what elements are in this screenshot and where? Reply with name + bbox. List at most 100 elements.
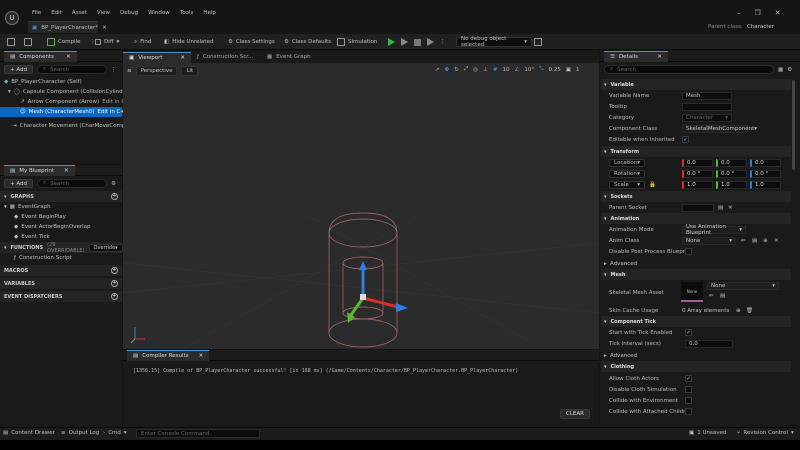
step-icon[interactable]: [401, 38, 408, 46]
folder-icon[interactable]: ▤: [718, 205, 723, 211]
add-graph-icon[interactable]: +: [111, 193, 118, 200]
graphs-section[interactable]: ▾ GRAPHS +: [0, 191, 122, 202]
menu-edit[interactable]: Edit: [46, 10, 67, 16]
close-icon[interactable]: ✕: [64, 168, 69, 174]
location-y[interactable]: 0.0: [716, 158, 747, 167]
graph-item-eventgraph[interactable]: ▾ ▦ EventGraph: [0, 202, 122, 212]
macros-section[interactable]: MACROS +: [0, 265, 122, 276]
close-icon[interactable]: ✕: [102, 25, 107, 31]
rotation-z[interactable]: 0.0 °: [750, 169, 781, 178]
collide-env-checkbox[interactable]: [685, 397, 692, 404]
rot-snap-value[interactable]: 10°: [524, 67, 534, 73]
simulation-button[interactable]: Simulation: [337, 37, 377, 47]
stop-icon[interactable]: [414, 38, 421, 46]
add-icon[interactable]: ⊕: [763, 238, 768, 244]
category-dropdown[interactable]: Character ▾: [682, 113, 732, 122]
animation-mode-dropdown[interactable]: Use Animation Blueprint ▾: [682, 224, 746, 236]
grid-snap-value[interactable]: 10: [502, 67, 509, 73]
parent-class-value[interactable]: Character: [747, 24, 774, 30]
menu-asset[interactable]: Asset: [67, 10, 92, 16]
anim-class-dropdown[interactable]: None ▾: [682, 236, 736, 245]
details-search-input[interactable]: ⌕ Search: [604, 65, 774, 74]
revision-control-button[interactable]: ⑂ Revision Control ▾: [737, 430, 794, 436]
location-dropdown[interactable]: Location ▾: [609, 158, 645, 167]
gear-icon[interactable]: ⚙: [787, 67, 792, 73]
save-button[interactable]: [7, 37, 15, 47]
component-class-dropdown[interactable]: SkeletalMeshComponent ▾: [682, 124, 757, 133]
details-scrollbar[interactable]: [792, 80, 795, 170]
tick-category[interactable]: ▾ Component Tick: [601, 316, 791, 327]
add-dispatcher-icon[interactable]: +: [111, 293, 118, 300]
variable-category[interactable]: ▾ Variable: [601, 79, 791, 90]
tooltip-field[interactable]: [682, 102, 732, 111]
tab-viewport[interactable]: ▣ Viewport ✕: [123, 51, 191, 63]
tree-item-arrow[interactable]: ↗ Arrow Component (Arrow) Edit in C++: [0, 97, 134, 107]
gizmo-x-axis[interactable]: [362, 296, 399, 309]
animation-advanced[interactable]: ▸ Advanced: [601, 258, 787, 269]
rotate-icon[interactable]: ↻: [454, 67, 459, 73]
tree-item-self[interactable]: ◆ BP_PlayerCharacter (Self): [0, 77, 122, 87]
tab-event-graph[interactable]: ▦ Event Graph: [263, 54, 331, 60]
tab-components[interactable]: ▤ Components ✕: [4, 50, 77, 62]
console-command-input[interactable]: Enter Console Command: [136, 429, 260, 438]
rotation-x[interactable]: 0.0 °: [682, 169, 713, 178]
disable-cloth-checkbox[interactable]: [685, 386, 692, 393]
play-icon[interactable]: [388, 38, 395, 46]
my-blueprint-search-input[interactable]: ⌕ Search: [37, 179, 108, 188]
unreal-logo-icon[interactable]: U: [5, 11, 19, 25]
scale-snap-value[interactable]: 0.25: [549, 67, 561, 73]
debug-filter-button[interactable]: [534, 37, 542, 47]
folder-icon[interactable]: ▤: [752, 238, 757, 244]
find-button[interactable]: ⌕ Find: [134, 37, 151, 47]
cmd-dropdown[interactable]: › Cmd ▾: [103, 430, 127, 436]
skeletal-mesh-dropdown[interactable]: None ▾: [707, 282, 779, 290]
clear-icon[interactable]: ✕: [774, 238, 779, 244]
menu-tools[interactable]: Tools: [175, 10, 199, 16]
sockets-category[interactable]: ▾ Sockets: [601, 191, 791, 202]
rotation-y[interactable]: 0.0 °: [716, 169, 747, 178]
gizmo-y-axis[interactable]: [349, 297, 365, 316]
menu-window[interactable]: Window: [143, 10, 175, 16]
hide-unrelated-button[interactable]: ◧ Hide Unrelated: [164, 37, 213, 47]
close-icon[interactable]: ✕: [66, 54, 71, 60]
lock-icon[interactable]: 🔒: [649, 182, 656, 188]
parent-socket-field[interactable]: [682, 203, 714, 212]
add-variable-icon[interactable]: +: [111, 280, 118, 287]
event-item-overlap[interactable]: ◆ Event ActorBeginOverlap: [0, 222, 122, 232]
scale-dropdown[interactable]: Scale ▾: [609, 180, 645, 189]
functions-section[interactable]: ▾FUNCTIONS(29 OVERRIDABLE)Override▾+: [0, 242, 135, 254]
clear-icon[interactable]: ✕: [728, 205, 733, 211]
filter-icon[interactable]: ⋮: [111, 67, 117, 73]
close-icon[interactable]: ✕: [657, 54, 662, 60]
surface-snap-icon[interactable]: ⊥: [483, 67, 488, 73]
scale-z[interactable]: 1.0: [750, 180, 781, 189]
gizmo-z-head[interactable]: [359, 261, 367, 270]
collide-children-checkbox[interactable]: [685, 408, 692, 415]
move-icon[interactable]: ✥: [445, 67, 450, 73]
tick-advanced[interactable]: ▸ Advanced: [601, 350, 787, 361]
diff-button[interactable]: Diff ▾: [95, 37, 119, 47]
unsaved-button[interactable]: ▣ 1 Unsaved: [689, 430, 726, 436]
transform-category[interactable]: ▾ Transform: [601, 146, 791, 157]
class-settings-button[interactable]: ⚙ Class Settings: [228, 37, 275, 47]
scale-icon[interactable]: ⤢: [464, 66, 468, 73]
close-window-icon[interactable]: ✕: [775, 9, 781, 17]
tab-details[interactable]: ☰ Details ✕: [604, 50, 668, 62]
maximize-icon[interactable]: ❐: [755, 9, 761, 17]
clothing-category[interactable]: ▾ Clothing: [601, 361, 791, 372]
menu-file[interactable]: File: [27, 10, 46, 16]
components-search-input[interactable]: ⌕ Search: [37, 65, 108, 74]
tab-my-blueprint[interactable]: ▤ My Blueprint ✕: [4, 164, 75, 176]
gizmo-center[interactable]: [360, 294, 366, 300]
arrow-left-icon[interactable]: ⇐: [709, 293, 714, 299]
expand-arrow-icon[interactable]: ▾: [8, 89, 11, 95]
viewport[interactable]: ≡ Perspective Lit ➚ ✥ ↻ ⤢ ◎ ⊥ #10 ∠ 10° ⤡…: [123, 63, 599, 349]
grid-snap-icon[interactable]: #: [493, 67, 498, 73]
perspective-button[interactable]: Perspective: [135, 66, 178, 76]
close-icon[interactable]: ✕: [199, 353, 204, 359]
tree-item-movement[interactable]: ⇥ Character Movement (CharMoveComp): [0, 121, 127, 131]
scale-y[interactable]: 1.0: [716, 180, 747, 189]
menu-debug[interactable]: Debug: [115, 10, 143, 16]
animation-category[interactable]: ▾ Animation: [601, 213, 791, 224]
disable-pp-checkbox[interactable]: [685, 248, 692, 255]
